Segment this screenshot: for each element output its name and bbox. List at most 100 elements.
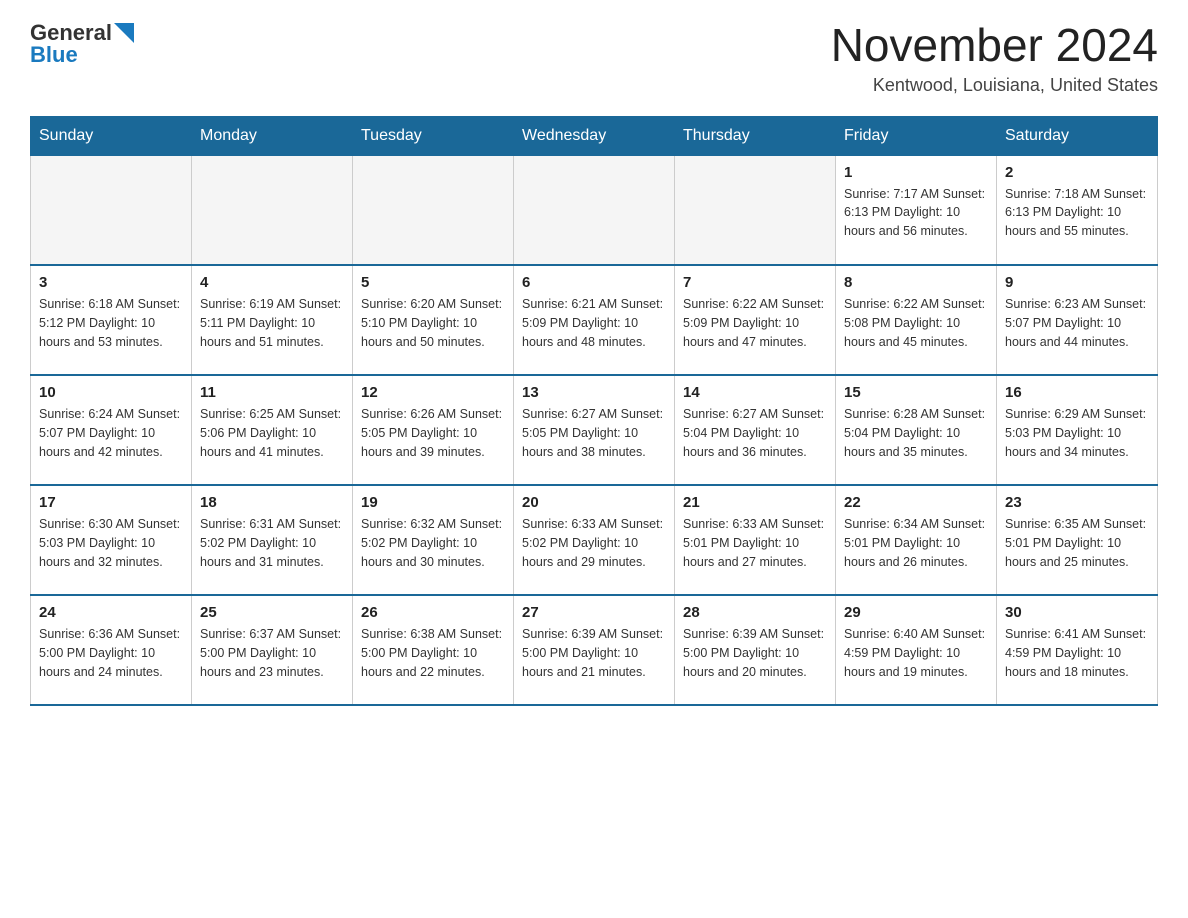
calendar-week-5: 24Sunrise: 6:36 AM Sunset: 5:00 PM Dayli…	[31, 595, 1158, 705]
day-number: 13	[522, 384, 666, 401]
logo-triangle-icon	[114, 23, 134, 43]
day-number: 16	[1005, 384, 1149, 401]
calendar-cell: 25 Sunrise: 6:37 AM Sunset: 5:00 PM Dayli…	[192, 595, 353, 705]
calendar-cell: 16 Sunrise: 6:29 AM Sunset: 5:03 PM Dayli…	[997, 375, 1158, 485]
day-number: 25	[200, 604, 344, 621]
sun-info: Sunrise: 6:31 AM Sunset: 5:02 PM Dayligh…	[200, 515, 344, 571]
day-header-thursday: Thursday	[675, 116, 836, 155]
calendar-body: 1Sunrise: 7:17 AM Sunset: 6:13 PM Daylig…	[31, 155, 1158, 705]
logo: General Blue	[30, 20, 134, 68]
calendar-cell	[31, 155, 192, 265]
calendar-cell	[192, 155, 353, 265]
calendar-cell: 20 Sunrise: 6:33 AM Sunset: 5:02 PM Dayli…	[514, 485, 675, 595]
sun-info: Sunrise: 6:19 AM Sunset: 5:11 PM Dayligh…	[200, 295, 344, 351]
calendar-week-3: 10 Sunrise: 6:24 AM Sunset: 5:07 PM Dayli…	[31, 375, 1158, 485]
calendar-cell: 5 Sunrise: 6:20 AM Sunset: 5:10 PM Daylig…	[353, 265, 514, 375]
sun-info: Sunrise: 6:25 AM Sunset: 5:06 PM Dayligh…	[200, 405, 344, 461]
sun-info: Sunrise: 6:39 AM Sunset: 5:00 PM Dayligh…	[683, 625, 827, 681]
day-number: 23	[1005, 494, 1149, 511]
day-number: 3	[39, 274, 183, 291]
calendar-cell: 14Sunrise: 6:27 AM Sunset: 5:04 PM Dayli…	[675, 375, 836, 485]
sun-info: Sunrise: 6:27 AM Sunset: 5:04 PM Dayligh…	[683, 405, 827, 461]
day-header-saturday: Saturday	[997, 116, 1158, 155]
sun-info: Sunrise: 6:29 AM Sunset: 5:03 PM Dayligh…	[1005, 405, 1149, 461]
day-number: 17	[39, 494, 183, 511]
calendar-cell: 10 Sunrise: 6:24 AM Sunset: 5:07 PM Dayli…	[31, 375, 192, 485]
sun-info: Sunrise: 6:28 AM Sunset: 5:04 PM Dayligh…	[844, 405, 988, 461]
day-number: 21	[683, 494, 827, 511]
month-title: November 2024	[831, 20, 1158, 71]
calendar-cell	[675, 155, 836, 265]
calendar-cell: 1Sunrise: 7:17 AM Sunset: 6:13 PM Daylig…	[836, 155, 997, 265]
day-number: 11	[200, 384, 344, 401]
calendar-cell: 26 Sunrise: 6:38 AM Sunset: 5:00 PM Dayli…	[353, 595, 514, 705]
day-number: 10	[39, 384, 183, 401]
calendar-cell: 29 Sunrise: 6:40 AM Sunset: 4:59 PM Dayli…	[836, 595, 997, 705]
day-number: 15	[844, 384, 988, 401]
calendar-cell: 4 Sunrise: 6:19 AM Sunset: 5:11 PM Daylig…	[192, 265, 353, 375]
day-number: 9	[1005, 274, 1149, 291]
calendar-cell: 13 Sunrise: 6:27 AM Sunset: 5:05 PM Dayli…	[514, 375, 675, 485]
calendar-cell: 27 Sunrise: 6:39 AM Sunset: 5:00 PM Dayli…	[514, 595, 675, 705]
sun-info: Sunrise: 6:18 AM Sunset: 5:12 PM Dayligh…	[39, 295, 183, 351]
calendar-cell: 2 Sunrise: 7:18 AM Sunset: 6:13 PM Daylig…	[997, 155, 1158, 265]
day-number: 8	[844, 274, 988, 291]
day-number: 2	[1005, 164, 1149, 181]
day-number: 7	[683, 274, 827, 291]
calendar-cell: 9Sunrise: 6:23 AM Sunset: 5:07 PM Daylig…	[997, 265, 1158, 375]
calendar-cell: 3 Sunrise: 6:18 AM Sunset: 5:12 PM Daylig…	[31, 265, 192, 375]
calendar-cell	[514, 155, 675, 265]
calendar-cell: 11 Sunrise: 6:25 AM Sunset: 5:06 PM Dayli…	[192, 375, 353, 485]
page-header: General Blue November 2024 Kentwood, Lou…	[30, 20, 1158, 96]
calendar-cell: 7 Sunrise: 6:22 AM Sunset: 5:09 PM Daylig…	[675, 265, 836, 375]
sun-info: Sunrise: 6:37 AM Sunset: 5:00 PM Dayligh…	[200, 625, 344, 681]
day-number: 29	[844, 604, 988, 621]
day-number: 6	[522, 274, 666, 291]
calendar-week-4: 17Sunrise: 6:30 AM Sunset: 5:03 PM Dayli…	[31, 485, 1158, 595]
calendar-week-1: 1Sunrise: 7:17 AM Sunset: 6:13 PM Daylig…	[31, 155, 1158, 265]
day-number: 22	[844, 494, 988, 511]
sun-info: Sunrise: 6:35 AM Sunset: 5:01 PM Dayligh…	[1005, 515, 1149, 571]
sun-info: Sunrise: 7:18 AM Sunset: 6:13 PM Dayligh…	[1005, 185, 1149, 241]
sun-info: Sunrise: 6:24 AM Sunset: 5:07 PM Dayligh…	[39, 405, 183, 461]
calendar-cell: 15 Sunrise: 6:28 AM Sunset: 5:04 PM Dayli…	[836, 375, 997, 485]
sun-info: Sunrise: 6:20 AM Sunset: 5:10 PM Dayligh…	[361, 295, 505, 351]
calendar-table: SundayMondayTuesdayWednesdayThursdayFrid…	[30, 116, 1158, 707]
day-header-friday: Friday	[836, 116, 997, 155]
day-number: 28	[683, 604, 827, 621]
day-number: 20	[522, 494, 666, 511]
calendar-cell: 30 Sunrise: 6:41 AM Sunset: 4:59 PM Dayli…	[997, 595, 1158, 705]
sun-info: Sunrise: 6:21 AM Sunset: 5:09 PM Dayligh…	[522, 295, 666, 351]
calendar-cell: 8 Sunrise: 6:22 AM Sunset: 5:08 PM Daylig…	[836, 265, 997, 375]
calendar-header: SundayMondayTuesdayWednesdayThursdayFrid…	[31, 116, 1158, 155]
day-number: 30	[1005, 604, 1149, 621]
sun-info: Sunrise: 6:33 AM Sunset: 5:02 PM Dayligh…	[522, 515, 666, 571]
sun-info: Sunrise: 6:41 AM Sunset: 4:59 PM Dayligh…	[1005, 625, 1149, 681]
sun-info: Sunrise: 6:40 AM Sunset: 4:59 PM Dayligh…	[844, 625, 988, 681]
sun-info: Sunrise: 6:22 AM Sunset: 5:08 PM Dayligh…	[844, 295, 988, 351]
title-block: November 2024 Kentwood, Louisiana, Unite…	[831, 20, 1158, 96]
sun-info: Sunrise: 6:33 AM Sunset: 5:01 PM Dayligh…	[683, 515, 827, 571]
calendar-cell: 22 Sunrise: 6:34 AM Sunset: 5:01 PM Dayli…	[836, 485, 997, 595]
calendar-cell: 6 Sunrise: 6:21 AM Sunset: 5:09 PM Daylig…	[514, 265, 675, 375]
day-header-monday: Monday	[192, 116, 353, 155]
calendar-cell: 12Sunrise: 6:26 AM Sunset: 5:05 PM Dayli…	[353, 375, 514, 485]
calendar-cell: 23 Sunrise: 6:35 AM Sunset: 5:01 PM Dayli…	[997, 485, 1158, 595]
sun-info: Sunrise: 6:32 AM Sunset: 5:02 PM Dayligh…	[361, 515, 505, 571]
sun-info: Sunrise: 6:22 AM Sunset: 5:09 PM Dayligh…	[683, 295, 827, 351]
day-number: 18	[200, 494, 344, 511]
sun-info: Sunrise: 6:34 AM Sunset: 5:01 PM Dayligh…	[844, 515, 988, 571]
sun-info: Sunrise: 6:36 AM Sunset: 5:00 PM Dayligh…	[39, 625, 183, 681]
calendar-cell: 28 Sunrise: 6:39 AM Sunset: 5:00 PM Dayli…	[675, 595, 836, 705]
sun-info: Sunrise: 6:27 AM Sunset: 5:05 PM Dayligh…	[522, 405, 666, 461]
calendar-cell	[353, 155, 514, 265]
sun-info: Sunrise: 6:38 AM Sunset: 5:00 PM Dayligh…	[361, 625, 505, 681]
day-number: 5	[361, 274, 505, 291]
day-number: 19	[361, 494, 505, 511]
calendar-cell: 21 Sunrise: 6:33 AM Sunset: 5:01 PM Dayli…	[675, 485, 836, 595]
day-number: 26	[361, 604, 505, 621]
day-number: 4	[200, 274, 344, 291]
calendar-week-2: 3 Sunrise: 6:18 AM Sunset: 5:12 PM Daylig…	[31, 265, 1158, 375]
sun-info: Sunrise: 6:39 AM Sunset: 5:00 PM Dayligh…	[522, 625, 666, 681]
day-number: 27	[522, 604, 666, 621]
